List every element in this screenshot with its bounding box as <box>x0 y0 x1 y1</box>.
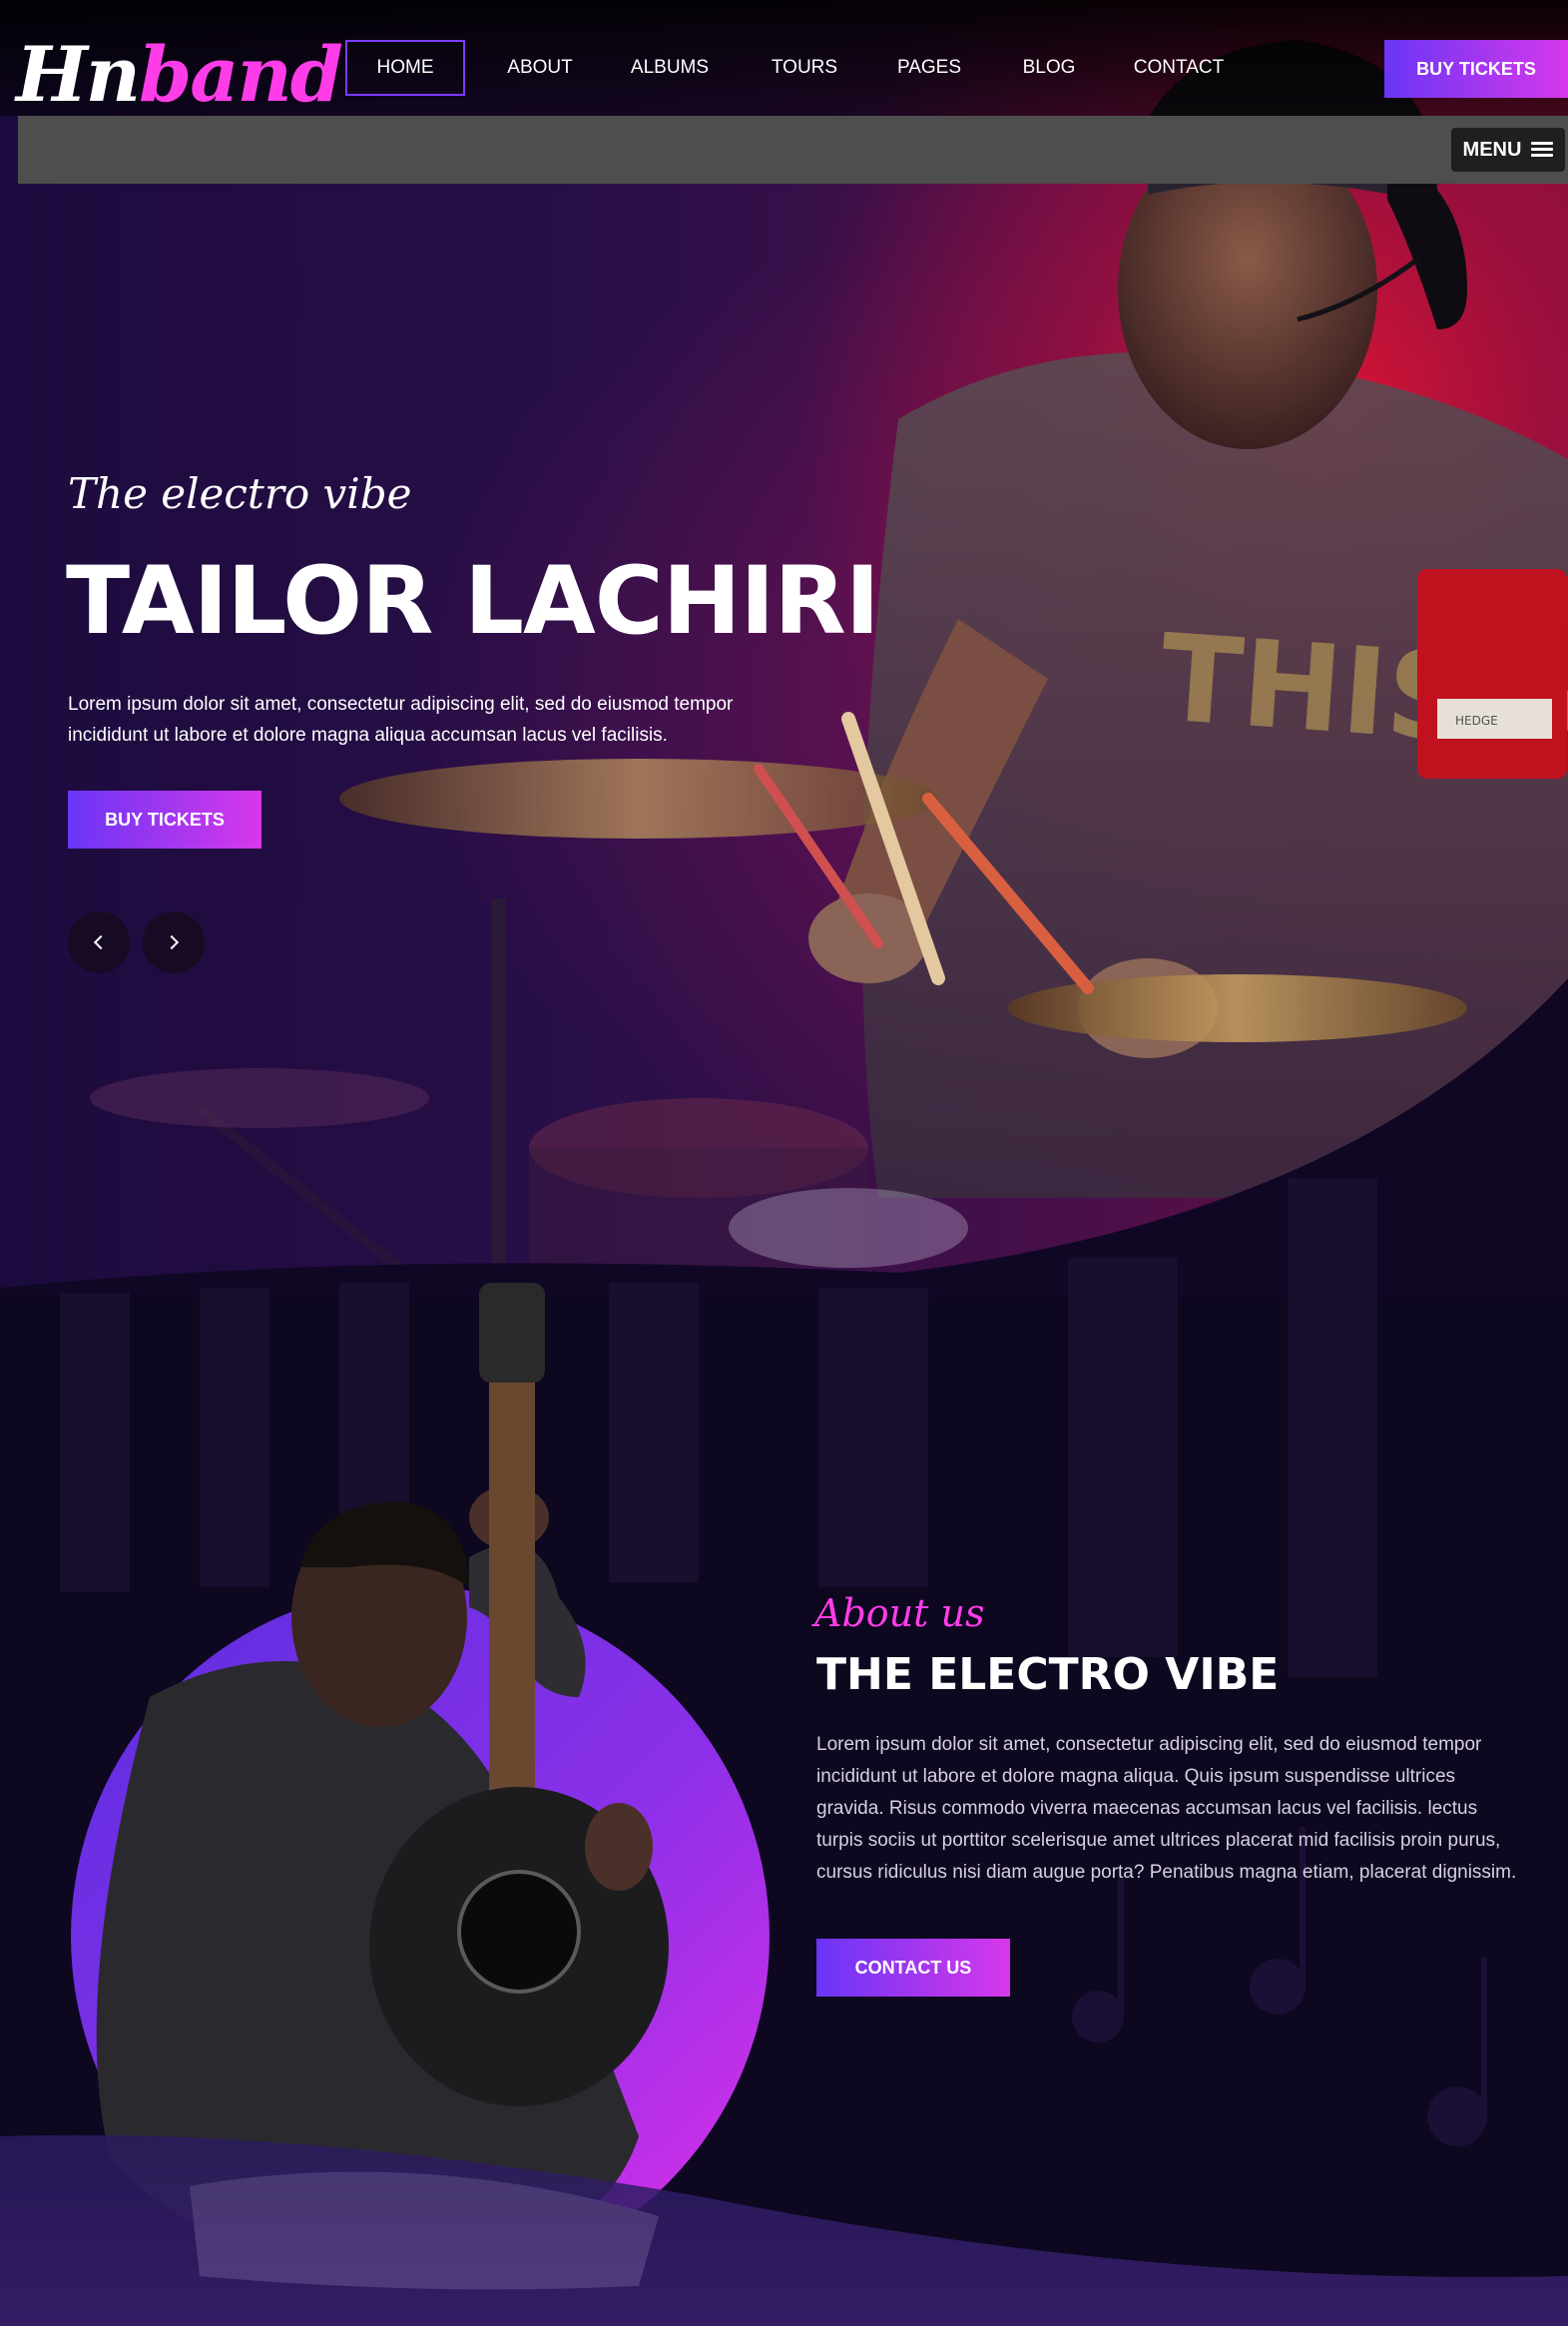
nav-item-tours[interactable]: TOURS <box>745 40 864 96</box>
nav-item-albums[interactable]: ALBUMS <box>595 40 745 96</box>
logo-text-white: Hn <box>16 30 141 119</box>
chevron-right-icon <box>164 934 180 950</box>
about-description: Lorem ipsum dolor sit amet, consectetur … <box>816 1734 1517 1883</box>
nav-item-about[interactable]: ABOUT <box>485 40 595 96</box>
nav-item-pages[interactable]: PAGES <box>864 40 994 96</box>
mobile-menu-bar: MENU <box>18 116 1568 184</box>
hero-buy-tickets-button[interactable]: BUY TICKETS <box>68 791 261 849</box>
about-tagline: About us <box>814 1591 985 1635</box>
logo-text-pink: band <box>139 30 343 119</box>
menu-toggle-button[interactable]: MENU <box>1451 128 1565 172</box>
site-logo[interactable]: Hnband <box>16 30 343 120</box>
hero-tagline: The electro vibe <box>68 469 412 518</box>
nav-item-contact[interactable]: CONTACT <box>1104 40 1254 96</box>
contact-us-button[interactable]: CONTACT US <box>816 1939 1010 1997</box>
menu-label: MENU <box>1462 138 1522 161</box>
nav-item-home[interactable]: HOME <box>345 40 465 96</box>
header-buy-tickets-button[interactable]: BUY TICKETS <box>1384 40 1568 98</box>
nav-item-blog[interactable]: BLOG <box>994 40 1104 96</box>
equipment-brand: HEDGE <box>1455 714 1498 728</box>
site-header: Hnband HOME ABOUT ALBUMS TOURS PAGES BLO… <box>0 0 1568 119</box>
hero-description: Lorem ipsum dolor sit amet, consectetur … <box>68 694 734 746</box>
chevron-left-icon <box>93 934 109 950</box>
about-background-art <box>0 1178 1568 2326</box>
hamburger-icon <box>1531 142 1554 158</box>
main-nav: HOME ABOUT ALBUMS TOURS PAGES BLOG CONTA… <box>345 40 1254 96</box>
about-title: THE ELECTRO VIBE <box>816 1649 1280 1700</box>
hero-title: TAILOR LACHIRI <box>66 547 880 656</box>
